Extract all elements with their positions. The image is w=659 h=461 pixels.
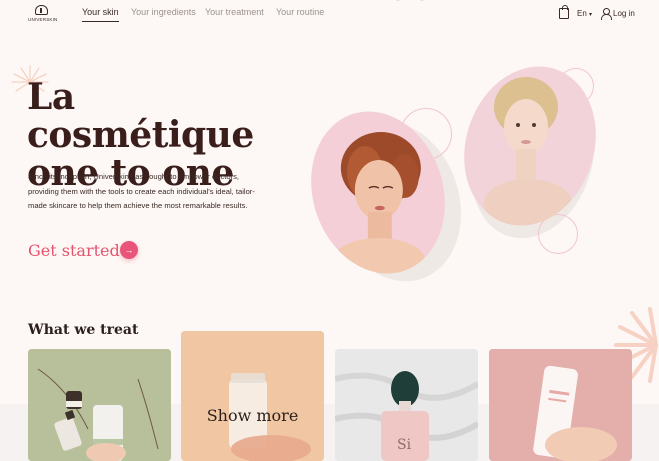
sunburst-decoration-top bbox=[395, 0, 425, 1]
user-icon[interactable] bbox=[601, 8, 612, 20]
bag-icon[interactable] bbox=[559, 5, 569, 19]
product-image-cream-tube bbox=[489, 349, 632, 461]
svg-text:Si: Si bbox=[397, 437, 412, 453]
hero-title-line1: La cosmétique bbox=[27, 76, 254, 156]
treat-card-2[interactable]: Show more bbox=[181, 331, 324, 461]
section-title: What we treat bbox=[28, 322, 139, 338]
language-label: En bbox=[577, 9, 587, 18]
product-image-perfume: Si bbox=[335, 349, 478, 461]
logo-icon bbox=[35, 5, 48, 15]
show-more-label[interactable]: Show more bbox=[181, 406, 324, 425]
treat-card-3[interactable]: Si bbox=[335, 349, 478, 461]
top-nav: UNIVERSKIN Your skin Your ingredients Yo… bbox=[0, 0, 659, 26]
nav-your-routine[interactable]: Your routine bbox=[276, 7, 324, 17]
nav-your-treatment[interactable]: Your treatment bbox=[205, 7, 264, 17]
chevron-down-icon: ▾ bbox=[589, 12, 593, 18]
nav-your-skin[interactable]: Your skin bbox=[82, 7, 119, 22]
treat-card-1[interactable] bbox=[28, 349, 171, 461]
language-selector[interactable]: En ▾ bbox=[577, 9, 592, 18]
product-image-serums bbox=[28, 349, 171, 461]
logo-text: UNIVERSKIN bbox=[28, 17, 58, 22]
treat-card-4[interactable] bbox=[489, 349, 632, 461]
hero-description: Since its inception, Universkin has soug… bbox=[28, 172, 255, 210]
login-link[interactable]: Log in bbox=[613, 9, 635, 18]
arrow-right-icon: → bbox=[120, 241, 138, 259]
get-started-button[interactable]: Get started → bbox=[28, 240, 138, 260]
product-image-blurred bbox=[181, 331, 324, 461]
logo[interactable]: UNIVERSKIN bbox=[28, 5, 58, 23]
get-started-label: Get started bbox=[28, 240, 120, 260]
nav-your-ingredients[interactable]: Your ingredients bbox=[131, 7, 196, 17]
